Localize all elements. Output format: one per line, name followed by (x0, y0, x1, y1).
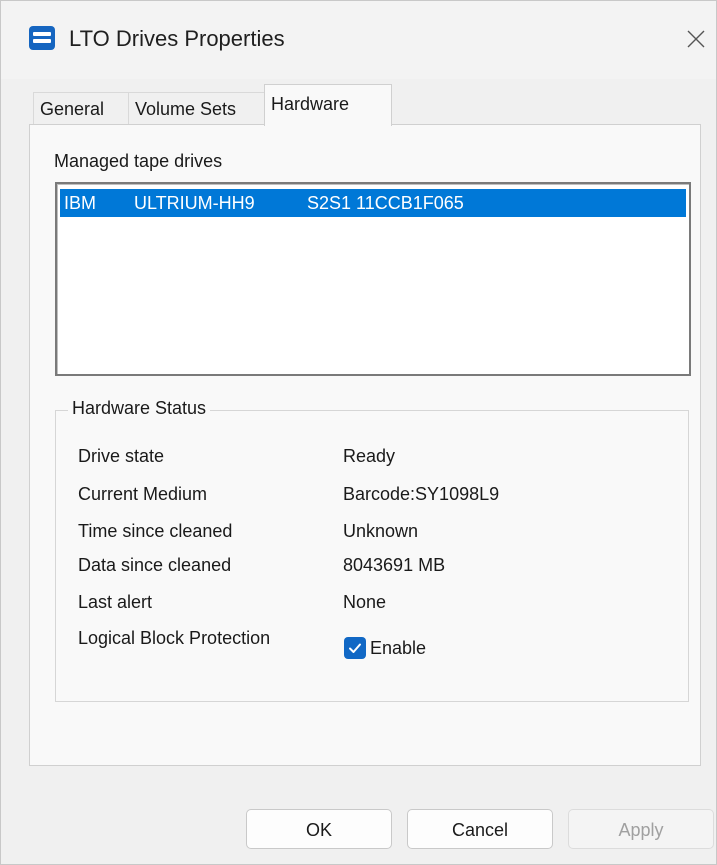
enable-checkbox[interactable] (344, 637, 366, 659)
checkmark-icon (349, 643, 361, 653)
apply-button[interactable]: Apply (568, 809, 714, 849)
hardware-tab-panel: Managed tape drives IBM ULTRIUM-HH9 S2S1… (29, 124, 701, 766)
tab-hardware[interactable]: Hardware (264, 84, 392, 126)
data-since-cleaned-value: 8043691 MB (343, 555, 446, 575)
list-item[interactable]: IBM ULTRIUM-HH9 S2S1 11CCB1F065 (60, 189, 686, 217)
current-medium-label: Current Medium (78, 484, 208, 504)
ok-button[interactable]: OK (246, 809, 392, 849)
tape-drive-icon (28, 24, 56, 52)
tab-general[interactable]: General (33, 92, 138, 125)
managed-drives-label: Managed tape drives (54, 151, 223, 171)
last-alert-label: Last alert (78, 592, 153, 612)
tab-volume-sets[interactable]: Volume Sets (128, 92, 269, 125)
close-icon (687, 30, 705, 48)
title-bar[interactable]: LTO Drives Properties (1, 1, 716, 79)
drive-product: ULTRIUM-HH9 (134, 193, 255, 213)
tab-strip: General Volume Sets Hardware (29, 84, 699, 126)
time-since-cleaned-label: Time since cleaned (78, 521, 233, 541)
cancel-button[interactable]: Cancel (407, 809, 553, 849)
time-since-cleaned-value: Unknown (343, 521, 419, 541)
drive-serial: S2S1 11CCB1F065 (307, 193, 464, 213)
managed-drives-list[interactable]: IBM ULTRIUM-HH9 S2S1 11CCB1F065 (55, 182, 691, 376)
properties-dialog: LTO Drives Properties General Volume Set… (0, 0, 717, 865)
drive-state-value: Ready (343, 446, 396, 466)
data-since-cleaned-label: Data since cleaned (78, 555, 232, 575)
hardware-status-group: Hardware Status Drive state Ready Curren… (55, 398, 689, 702)
logical-block-protection-label: Logical Block Protection (78, 628, 271, 648)
enable-checkbox-label[interactable]: Enable (370, 638, 426, 659)
drive-vendor: IBM (64, 193, 97, 213)
close-button[interactable] (681, 24, 711, 54)
current-medium-value: Barcode:SY1098L9 (343, 484, 500, 504)
last-alert-value: None (343, 592, 387, 612)
drive-state-label: Drive state (78, 446, 165, 466)
hardware-status-title: Hardware Status (68, 398, 211, 419)
window-title: LTO Drives Properties (69, 26, 285, 51)
